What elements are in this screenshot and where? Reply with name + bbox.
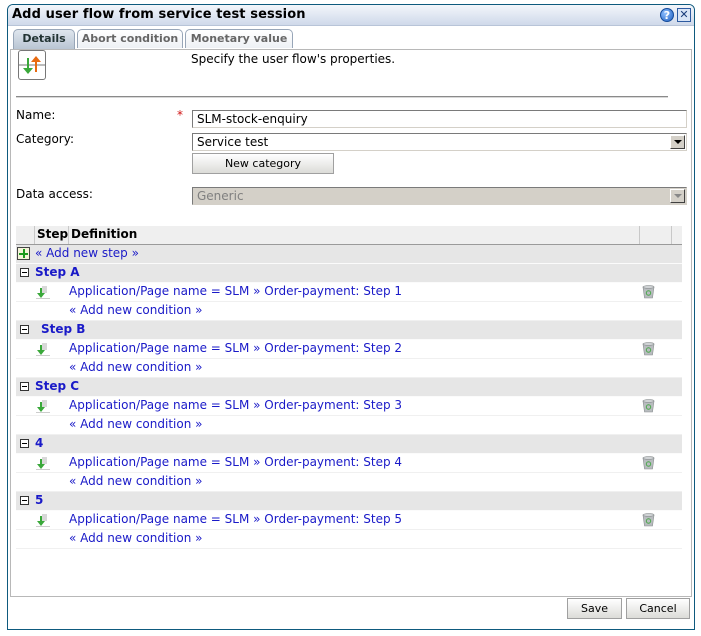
steps-grid: Step Definition « Add new step » Step A A… bbox=[16, 226, 682, 549]
condition-link[interactable]: Application/Page name = SLM » Order-paym… bbox=[69, 284, 402, 298]
category-select[interactable]: Service test bbox=[192, 133, 687, 151]
collapse-icon[interactable] bbox=[20, 268, 29, 277]
tab-monetary-value[interactable]: Monetary value bbox=[185, 29, 293, 48]
collapse-icon[interactable] bbox=[20, 496, 29, 505]
save-button[interactable]: Save bbox=[567, 598, 622, 619]
add-step-icon[interactable] bbox=[17, 247, 30, 260]
user-flow-icon bbox=[18, 50, 46, 80]
tab-details[interactable]: Details bbox=[13, 29, 75, 49]
dialog-title: Add user flow from service test session bbox=[12, 7, 306, 22]
step-name-link[interactable]: Step C bbox=[35, 379, 79, 393]
title-bar: Add user flow from service test session … bbox=[8, 5, 694, 26]
name-label: Name: bbox=[16, 108, 56, 122]
step-name-link[interactable]: Step A bbox=[35, 265, 80, 279]
add-new-condition-link[interactable]: « Add new condition » bbox=[69, 531, 202, 545]
add-condition-row: « Add new condition » bbox=[16, 530, 682, 549]
add-condition-row: « Add new condition » bbox=[16, 359, 682, 378]
column-step[interactable]: Step bbox=[37, 227, 68, 241]
condition-icon bbox=[36, 399, 50, 413]
close-icon[interactable]: ✕ bbox=[677, 8, 691, 22]
step-group-row: Step B bbox=[16, 321, 682, 340]
condition-icon bbox=[36, 456, 50, 470]
add-new-step-link[interactable]: « Add new step » bbox=[35, 246, 139, 260]
condition-link[interactable]: Application/Page name = SLM » Order-paym… bbox=[69, 398, 402, 412]
delete-icon[interactable] bbox=[642, 285, 655, 299]
collapse-icon[interactable] bbox=[20, 439, 29, 448]
name-input[interactable]: SLM-stock-enquiry bbox=[192, 110, 687, 128]
condition-link[interactable]: Application/Page name = SLM » Order-paym… bbox=[69, 512, 402, 526]
cancel-button[interactable]: Cancel bbox=[626, 598, 690, 619]
category-label: Category: bbox=[16, 132, 74, 146]
tab-abort-condition[interactable]: Abort condition bbox=[77, 29, 183, 48]
delete-icon[interactable] bbox=[642, 342, 655, 356]
required-marker: * bbox=[177, 108, 183, 122]
delete-icon[interactable] bbox=[642, 399, 655, 413]
column-definition[interactable]: Definition bbox=[71, 227, 137, 241]
step-group-row: Step A bbox=[16, 264, 682, 283]
delete-icon[interactable] bbox=[642, 456, 655, 470]
condition-row: Application/Page name = SLM » Order-paym… bbox=[16, 511, 682, 530]
delete-icon[interactable] bbox=[642, 513, 655, 527]
grid-header: Step Definition bbox=[16, 226, 682, 245]
step-group-row: 5 bbox=[16, 492, 682, 511]
condition-row: Application/Page name = SLM » Order-paym… bbox=[16, 340, 682, 359]
add-condition-row: « Add new condition » bbox=[16, 473, 682, 492]
condition-link[interactable]: Application/Page name = SLM » Order-paym… bbox=[69, 341, 402, 355]
step-name-link[interactable]: Step B bbox=[41, 322, 85, 336]
category-selected-value: Service test bbox=[197, 135, 269, 149]
add-step-row: « Add new step » bbox=[16, 245, 682, 264]
condition-link[interactable]: Application/Page name = SLM » Order-paym… bbox=[69, 455, 402, 469]
add-condition-row: « Add new condition » bbox=[16, 302, 682, 321]
condition-row: Application/Page name = SLM » Order-paym… bbox=[16, 454, 682, 473]
condition-row: Application/Page name = SLM » Order-paym… bbox=[16, 283, 682, 302]
data-access-select: Generic bbox=[192, 187, 687, 205]
step-group-row: Step C bbox=[16, 378, 682, 397]
help-icon[interactable]: ? bbox=[660, 8, 674, 22]
data-access-selected-value: Generic bbox=[197, 189, 244, 203]
condition-icon bbox=[36, 342, 50, 356]
condition-row: Application/Page name = SLM » Order-paym… bbox=[16, 397, 682, 416]
add-new-condition-link[interactable]: « Add new condition » bbox=[69, 474, 202, 488]
condition-icon bbox=[36, 513, 50, 527]
step-name-link[interactable]: 4 bbox=[35, 436, 43, 450]
description-text: Specify the user flow's properties. bbox=[191, 52, 396, 66]
collapse-icon[interactable] bbox=[20, 382, 29, 391]
chevron-down-icon[interactable] bbox=[670, 135, 685, 149]
add-new-condition-link[interactable]: « Add new condition » bbox=[69, 417, 202, 431]
step-group-row: 4 bbox=[16, 435, 682, 454]
new-category-button[interactable]: New category bbox=[192, 153, 334, 174]
collapse-icon[interactable] bbox=[20, 325, 29, 334]
add-condition-row: « Add new condition » bbox=[16, 416, 682, 435]
condition-icon bbox=[36, 285, 50, 299]
chevron-down-icon bbox=[670, 189, 685, 203]
add-new-condition-link[interactable]: « Add new condition » bbox=[69, 360, 202, 374]
separator bbox=[16, 96, 668, 98]
step-name-link[interactable]: 5 bbox=[35, 493, 43, 507]
data-access-label: Data access: bbox=[16, 187, 93, 201]
add-new-condition-link[interactable]: « Add new condition » bbox=[69, 303, 202, 317]
